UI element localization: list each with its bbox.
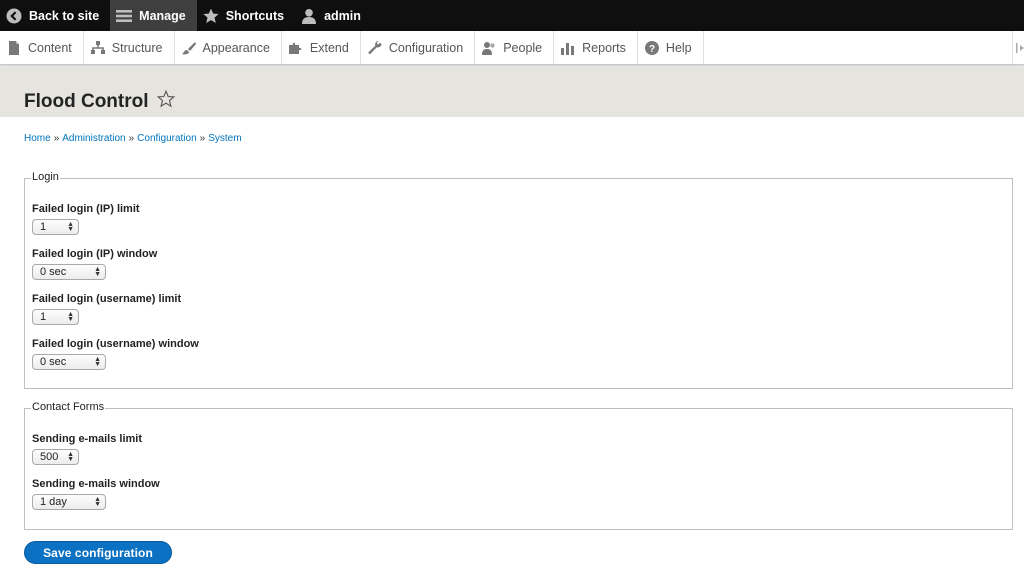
ip-window-value: 0 sec	[40, 266, 67, 278]
bar-chart-icon	[561, 42, 575, 55]
select-arrows-icon: ▲ ▼	[67, 451, 74, 463]
back-to-site-label: Back to site	[29, 8, 100, 23]
emails-limit-select[interactable]: 500 ▲ ▼	[32, 449, 79, 465]
username-limit-label: Failed login (username) limit	[32, 293, 182, 305]
user-tab[interactable]: admin	[295, 0, 372, 31]
ip-window-label: Failed login (IP) window	[32, 248, 158, 260]
username-window-field: Failed login (username) window 0 sec ▲ ▼	[32, 338, 199, 370]
breadcrumb: Home» Administration» Configuration» System	[24, 133, 242, 144]
emails-limit-value: 500	[40, 451, 59, 463]
breadcrumb-separator: »	[199, 133, 206, 144]
tray-item-label: Appearance	[202, 40, 270, 55]
toolbar-bar: Back to site Manage Shortcuts admin	[0, 0, 1024, 31]
username-limit-select[interactable]: 1 ▲ ▼	[32, 309, 79, 325]
emails-window-value: 1 day	[40, 496, 67, 508]
ip-limit-value: 1	[40, 221, 47, 233]
tray-item-structure[interactable]: Structure	[84, 31, 175, 64]
emails-window-field: Sending e-mails window 1 day ▲ ▼	[32, 478, 160, 510]
tray-item-label: Extend	[309, 40, 349, 55]
ip-limit-field: Failed login (IP) limit 1 ▲ ▼	[32, 203, 140, 235]
paintbrush-icon	[181, 41, 196, 54]
collapse-arrow-icon	[1016, 42, 1024, 53]
tray-item-label: Structure	[111, 40, 163, 55]
ip-window-field: Failed login (IP) window 0 sec ▲ ▼	[32, 248, 157, 280]
tray-item-label: Help	[665, 40, 692, 55]
breadcrumb-link-configuration[interactable]: Configuration	[137, 133, 196, 144]
tray-item-content[interactable]: Content	[0, 31, 84, 64]
contact-forms-legend: Contact Forms	[31, 401, 106, 413]
breadcrumb-link-system[interactable]: System	[208, 133, 241, 144]
people-icon	[482, 41, 495, 55]
breadcrumb-separator: »	[128, 133, 135, 144]
file-icon	[9, 40, 19, 55]
tray-item-configuration[interactable]: Configuration	[361, 31, 476, 64]
star-icon	[203, 8, 219, 24]
ip-window-select[interactable]: 0 sec ▲ ▼	[32, 264, 106, 280]
contact-forms-fieldset: Contact Forms Sending e-mails limit 500 …	[24, 401, 1013, 530]
login-fieldset: Login Failed login (IP) limit 1 ▲ ▼ Faile…	[24, 171, 1013, 389]
breadcrumb-separator: »	[53, 133, 60, 144]
login-legend: Login	[31, 171, 60, 183]
breadcrumb-link-administration[interactable]: Administration	[62, 133, 125, 144]
ip-limit-label: Failed login (IP) limit	[32, 203, 140, 215]
puzzle-icon	[288, 42, 302, 54]
username-limit-field: Failed login (username) limit 1 ▲ ▼	[32, 293, 181, 325]
tray-item-label: Content	[28, 40, 72, 55]
select-arrows-icon: ▲ ▼	[94, 496, 101, 508]
username-window-value: 0 sec	[40, 356, 67, 368]
select-arrows-icon: ▲ ▼	[94, 356, 101, 368]
manage-label: Manage	[139, 8, 186, 23]
manage-tab[interactable]: Manage	[110, 0, 197, 31]
back-to-site-link[interactable]: Back to site	[0, 0, 110, 31]
tray-item-people[interactable]: People	[475, 31, 555, 64]
add-shortcut-star-icon[interactable]	[156, 89, 175, 114]
ip-limit-select[interactable]: 1 ▲ ▼	[32, 219, 79, 235]
shortcuts-label: Shortcuts	[225, 8, 285, 23]
wrench-icon	[368, 40, 382, 54]
emails-window-label: Sending e-mails window	[32, 478, 160, 490]
help-icon: ?	[644, 40, 659, 55]
emails-window-select[interactable]: 1 day ▲ ▼	[32, 494, 106, 510]
hamburger-icon	[116, 8, 133, 24]
tray-item-reports[interactable]: Reports	[554, 31, 638, 64]
tray-item-extend[interactable]: Extend	[282, 31, 361, 64]
tray-item-label: Configuration	[388, 40, 464, 55]
select-arrows-icon: ▲ ▼	[67, 221, 74, 233]
back-arrow-icon	[6, 8, 22, 24]
emails-limit-label: Sending e-mails limit	[32, 433, 143, 445]
shortcuts-tab[interactable]: Shortcuts	[197, 0, 295, 31]
sitemap-icon	[90, 40, 105, 54]
page-title: Flood Control	[24, 89, 175, 114]
tray-orientation-toggle[interactable]	[1012, 31, 1024, 64]
breadcrumb-link-home[interactable]: Home	[24, 133, 51, 144]
tray-item-label: Reports	[582, 40, 626, 55]
admin-tray: Content Structure Appearance Extend Conf…	[0, 31, 1024, 65]
save-configuration-button[interactable]: Save configuration	[24, 541, 172, 564]
tray-item-help[interactable]: ? Help	[638, 31, 704, 64]
tray-item-label: People	[503, 40, 543, 55]
username-window-select[interactable]: 0 sec ▲ ▼	[32, 354, 106, 370]
select-arrows-icon: ▲ ▼	[67, 311, 74, 323]
username-window-label: Failed login (username) window	[32, 338, 199, 350]
svg-text:?: ?	[649, 43, 655, 54]
user-icon	[301, 8, 317, 24]
tray-item-appearance[interactable]: Appearance	[175, 31, 282, 64]
username-limit-value: 1	[40, 311, 47, 323]
page-title-text: Flood Control	[24, 91, 149, 112]
select-arrows-icon: ▲ ▼	[94, 266, 101, 278]
emails-limit-field: Sending e-mails limit 500 ▲ ▼	[32, 433, 142, 465]
user-label: admin	[324, 8, 361, 23]
